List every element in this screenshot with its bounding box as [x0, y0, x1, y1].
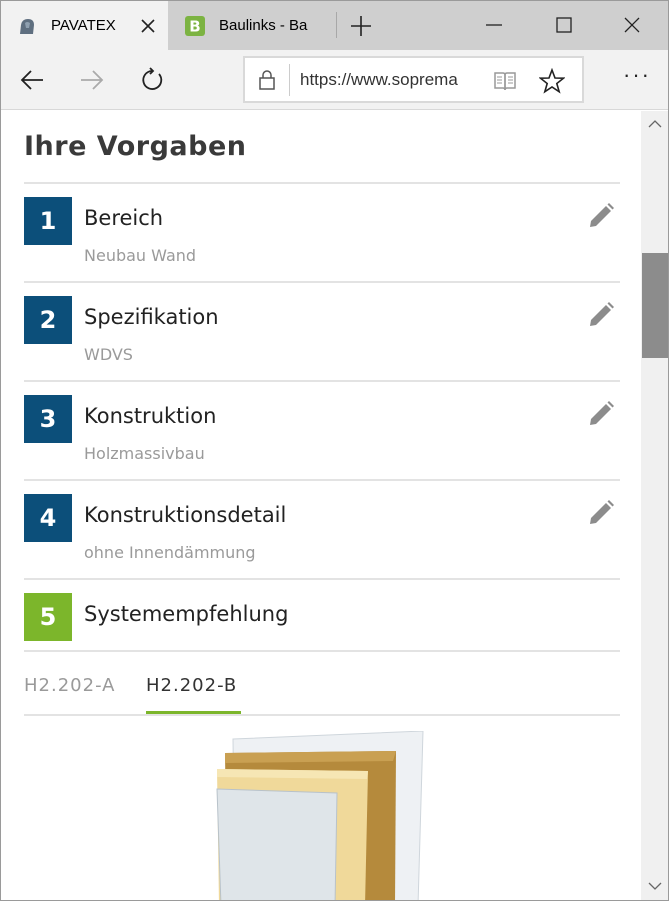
minimize-icon[interactable] — [484, 15, 504, 35]
step-label: Bereich — [84, 206, 164, 230]
star-icon[interactable] — [539, 68, 565, 94]
step-bereich[interactable]: 1 Bereich Neubau Wand — [24, 184, 620, 281]
pencil-edit-icon[interactable] — [586, 300, 616, 330]
tab-strip: PAVATEX B Baulinks - Ba — [0, 0, 669, 50]
step-number-badge: 4 — [24, 494, 72, 542]
address-bar[interactable]: https://www.sopremа — [243, 56, 584, 103]
refresh-icon[interactable] — [139, 67, 165, 93]
scroll-down-arrow-icon[interactable] — [648, 879, 662, 893]
tab-baulinks[interactable]: B Baulinks - Ba — [169, 1, 336, 50]
step-number-badge: 5 — [24, 593, 72, 641]
step-number-badge: 3 — [24, 395, 72, 443]
tab-pavatex[interactable]: PAVATEX — [1, 1, 168, 50]
wall-layers-image — [216, 731, 424, 900]
step-systemempfehlung[interactable]: 5 Systemempfehlung — [24, 580, 620, 650]
step-value: ohne Innendämmung — [84, 543, 256, 562]
step-label: Konstruktionsdetail — [84, 503, 287, 527]
more-options-icon[interactable]: ··· — [622, 64, 652, 92]
close-tab-icon[interactable] — [139, 17, 157, 35]
page-content: Ihre Vorgaben 1 Bereich Neubau Wand 2 Sp… — [1, 111, 641, 900]
tab-title: Baulinks - Ba — [219, 17, 308, 34]
tab-h2-202-b[interactable]: H2.202-B — [146, 675, 237, 696]
lock-icon[interactable] — [258, 70, 276, 90]
page-title: Ihre Vorgaben — [24, 131, 247, 162]
step-value: Neubau Wand — [84, 246, 197, 265]
pencil-edit-icon[interactable] — [586, 201, 616, 231]
tabs-divider — [24, 714, 620, 716]
pencil-edit-icon[interactable] — [586, 399, 616, 429]
scroll-up-arrow-icon[interactable] — [648, 117, 662, 131]
step-value: WDVS — [84, 345, 133, 364]
scrollbar-thumb[interactable] — [642, 253, 668, 358]
close-window-icon[interactable] — [622, 15, 642, 35]
step-number-badge: 1 — [24, 197, 72, 245]
forward-arrow-icon[interactable] — [79, 67, 105, 93]
address-divider — [289, 64, 290, 96]
navigation-bar: https://www.sopremа ··· — [0, 50, 669, 110]
step-number-badge: 2 — [24, 296, 72, 344]
divider — [24, 650, 620, 652]
step-value: Holzmassivbau — [84, 444, 205, 463]
step-konstruktionsdetail[interactable]: 4 Konstruktionsdetail ohne Innendämmung — [24, 481, 620, 578]
vertical-scrollbar[interactable] — [641, 111, 669, 900]
step-konstruktion[interactable]: 3 Konstruktion Holzmassivbau — [24, 382, 620, 479]
pavatex-logo-icon — [20, 18, 34, 34]
step-label: Systemempfehlung — [84, 602, 289, 626]
url-text[interactable]: https://www.sopremа — [300, 70, 480, 92]
svg-text:B: B — [189, 17, 200, 35]
maximize-icon[interactable] — [554, 15, 574, 35]
tab-separator — [336, 12, 337, 38]
step-label: Spezifikation — [84, 305, 219, 329]
tab-title: PAVATEX — [51, 17, 116, 34]
new-tab-icon[interactable] — [350, 15, 372, 37]
pencil-edit-icon[interactable] — [586, 498, 616, 528]
back-arrow-icon[interactable] — [19, 67, 45, 93]
tab-h2-202-a[interactable]: H2.202-A — [24, 675, 115, 696]
step-spezifikation[interactable]: 2 Spezifikation WDVS — [24, 283, 620, 380]
product-tabs: H2.202-A H2.202-B — [24, 671, 620, 716]
baulinks-logo-icon: B — [185, 15, 205, 36]
reading-view-icon[interactable] — [493, 69, 517, 93]
step-label: Konstruktion — [84, 404, 217, 428]
